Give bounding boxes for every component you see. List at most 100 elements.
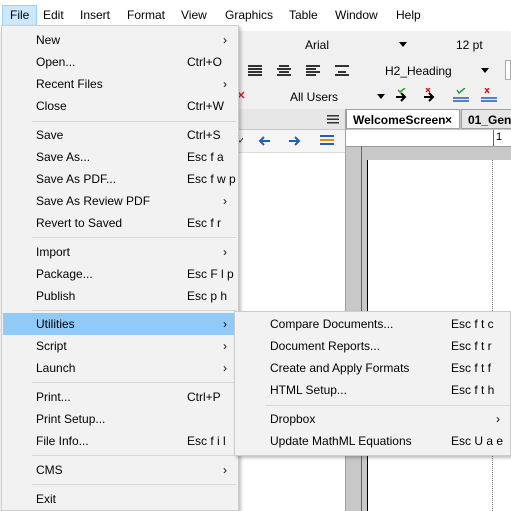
shortcut: Ctrl+O <box>187 55 223 69</box>
chevron-down-icon <box>377 94 385 99</box>
shortcut: Esc f w p <box>187 172 236 186</box>
paragraph-tag-value: H2_Heading <box>385 64 452 78</box>
tab-document[interactable]: 01_Gene <box>461 109 511 129</box>
menu-file[interactable]: File <box>2 5 38 26</box>
line-spacing-icon[interactable] <box>335 65 349 77</box>
shortcut: Esc f t c <box>451 317 494 331</box>
tab-label: WelcomeScreen <box>353 113 446 127</box>
menu-item-exit[interactable]: Exit <box>3 488 237 510</box>
menu-item-revert-to-saved[interactable]: Revert to Saved Esc f r <box>3 212 237 234</box>
ruler-mark: 1 <box>496 131 503 143</box>
menu-item-print[interactable]: Print... Ctrl+P <box>3 386 237 408</box>
menu-item-publish[interactable]: Publish Esc p h <box>3 285 237 307</box>
panel-menu-icon[interactable] <box>327 114 339 124</box>
shortcut: Esc f a <box>187 150 224 164</box>
menu-item-close[interactable]: Close Ctrl+W <box>3 95 237 117</box>
menu-item-document-reports[interactable]: Document Reports... Esc f t r <box>236 335 511 357</box>
menu-format[interactable]: Format <box>120 5 172 26</box>
font-size-value: 12 pt <box>456 38 483 52</box>
menu-view[interactable]: View <box>174 5 214 26</box>
arrow-right-icon[interactable] <box>287 135 301 147</box>
menu-item-file-info[interactable]: File Info... Esc f i l <box>3 430 237 452</box>
accept-all-icon[interactable] <box>451 88 471 106</box>
shortcut: Ctrl+P <box>187 390 221 404</box>
menu-item-script[interactable]: Script › <box>3 335 237 357</box>
chevron-right-icon: › <box>223 77 227 91</box>
reject-all-icon[interactable] <box>479 88 499 106</box>
file-menu: New › Open... Ctrl+O Recent Files › Clos… <box>1 25 239 511</box>
shortcut: Esc p h <box>187 289 228 303</box>
shortcut: Esc f i l <box>187 434 226 448</box>
menu-item-recent-files[interactable]: Recent Files › <box>3 73 237 95</box>
menu-item-package[interactable]: Package... Esc F l p <box>3 263 237 285</box>
font-name-value: Arial <box>305 38 330 52</box>
menu-separator <box>32 237 236 238</box>
menu-item-dropbox[interactable]: Dropbox › <box>236 408 511 430</box>
menu-insert[interactable]: Insert <box>73 5 117 26</box>
menu-item-save-as[interactable]: Save As... Esc f a <box>3 146 237 168</box>
shortcut: Ctrl+S <box>187 128 221 142</box>
menu-separator <box>32 310 236 311</box>
accept-change-icon[interactable] <box>393 88 411 106</box>
menu-edit[interactable]: Edit <box>36 5 71 26</box>
shortcut: Esc F l p <box>187 267 234 281</box>
chevron-right-icon: › <box>223 317 227 331</box>
menu-item-html-setup[interactable]: HTML Setup... Esc f t h <box>236 379 511 401</box>
panel-header <box>232 109 345 130</box>
menu-separator <box>32 455 236 456</box>
menu-graphics[interactable]: Graphics <box>218 5 280 26</box>
panel-toolbar <box>232 130 345 153</box>
menu-item-save[interactable]: Save Ctrl+S <box>3 124 237 146</box>
tab-label: 01_Gene <box>468 113 511 127</box>
menu-help[interactable]: Help <box>389 5 428 26</box>
menu-item-save-as-pdf[interactable]: Save As PDF... Esc f w p <box>3 168 237 190</box>
menu-item-open[interactable]: Open... Ctrl+O <box>3 51 237 73</box>
shortcut: Esc f t r <box>451 339 492 353</box>
menu-item-cms[interactable]: CMS › <box>3 459 237 481</box>
font-name-combo[interactable]: Arial <box>305 35 415 55</box>
chevron-right-icon: › <box>223 194 227 208</box>
menu-window[interactable]: Window <box>328 5 385 26</box>
align-center-icon[interactable] <box>277 65 291 77</box>
chevron-down-icon <box>399 42 407 47</box>
chevron-right-icon: › <box>223 245 227 259</box>
arrow-left-icon[interactable] <box>258 135 272 147</box>
menu-item-launch[interactable]: Launch › <box>3 357 237 379</box>
combo-edge <box>505 60 511 80</box>
chevron-right-icon: › <box>223 463 227 477</box>
users-filter-value: All Users <box>290 90 339 104</box>
ruler-tick <box>493 130 494 146</box>
menu-item-utilities[interactable]: Utilities › <box>3 313 237 335</box>
menu-separator <box>32 121 236 122</box>
menu-item-create-and-apply-formats[interactable]: Create and Apply Formats Esc f t f <box>236 357 511 379</box>
ruler: 1 <box>346 130 511 147</box>
menu-item-print-setup[interactable]: Print Setup... <box>3 408 237 430</box>
shortcut: Esc U a e <box>451 434 504 448</box>
tab-welcome-screen[interactable]: WelcomeScreen × <box>346 109 460 129</box>
menu-separator <box>32 484 236 485</box>
menu-table[interactable]: Table <box>282 5 325 26</box>
chevron-right-icon: › <box>496 412 500 426</box>
align-left-icon[interactable] <box>306 65 320 77</box>
shortcut: Ctrl+W <box>187 99 224 113</box>
font-size-combo[interactable]: 12 pt <box>456 35 506 55</box>
menu-item-new[interactable]: New › <box>3 29 237 51</box>
utilities-submenu: Compare Documents... Esc f t c Document … <box>234 311 511 456</box>
list-icon[interactable] <box>319 133 335 149</box>
chevron-right-icon: › <box>223 361 227 375</box>
menu-item-compare-documents[interactable]: Compare Documents... Esc f t c <box>236 313 511 335</box>
menu-item-update-mathml-equations[interactable]: Update MathML Equations Esc U a e <box>236 430 511 452</box>
shortcut: Esc f r <box>187 216 222 230</box>
chevron-right-icon: › <box>223 339 227 353</box>
chevron-right-icon: › <box>223 33 227 47</box>
menu-item-import[interactable]: Import › <box>3 241 237 263</box>
users-filter-combo[interactable]: All Users <box>290 87 385 107</box>
close-icon[interactable]: × <box>445 110 452 130</box>
align-justify-icon[interactable] <box>248 65 262 77</box>
reject-change-icon[interactable] <box>421 88 439 106</box>
shortcut: Esc f t h <box>451 383 495 397</box>
chevron-down-icon <box>481 68 489 73</box>
partial-icon <box>238 91 245 99</box>
paragraph-tag-combo[interactable]: H2_Heading <box>385 61 495 81</box>
menu-item-save-as-review-pdf[interactable]: Save As Review PDF › <box>3 190 237 212</box>
